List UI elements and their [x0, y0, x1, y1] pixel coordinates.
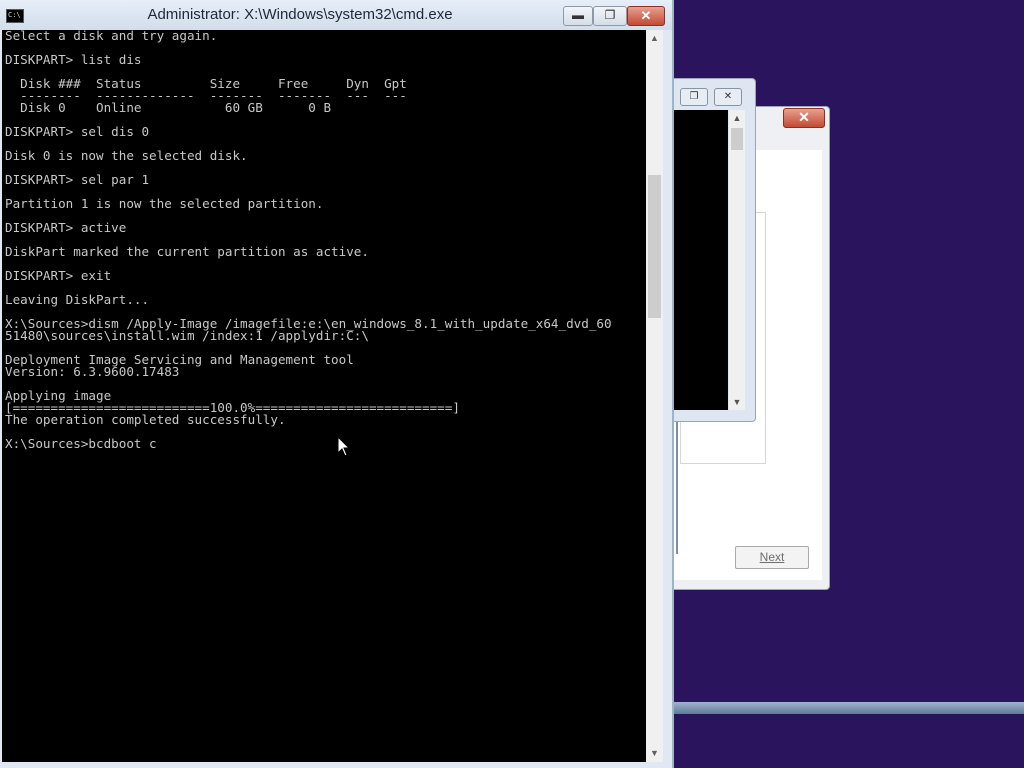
cmd-window[interactable]: C:\ Administrator: X:\Windows\system32\c…	[0, 0, 674, 768]
background-cmd-maximize-button[interactable]: ❐	[680, 88, 708, 106]
scrollbar-thumb[interactable]	[648, 175, 661, 318]
background-cmd-console	[672, 110, 728, 410]
console-line: DISKPART> exit	[5, 268, 112, 283]
background-cmd-close-button[interactable]: ✕	[714, 88, 742, 106]
vertical-scrollbar[interactable]: ▲ ▼	[646, 30, 663, 762]
console-line: DISKPART> list dis	[5, 52, 142, 67]
console-line: X:\Sources>bcdboot c	[5, 436, 157, 451]
console-line: Version: 6.3.9600.17483	[5, 364, 180, 379]
console-line: Partition 1 is now the selected partitio…	[5, 196, 324, 211]
minimize-button[interactable]: ▬	[563, 6, 593, 26]
console-line: DISKPART> active	[5, 220, 127, 235]
console-output[interactable]: Select a disk and try again. DISKPART> l…	[2, 30, 646, 762]
console-line: Disk 0 Online 60 GB 0 B	[5, 100, 332, 115]
scroll-down-icon[interactable]: ▼	[646, 745, 663, 762]
window-title: Administrator: X:\Windows\system32\cmd.e…	[147, 6, 453, 23]
console-line: DiskPart marked the current partition as…	[5, 244, 369, 259]
console-line: Disk 0 is now the selected disk.	[5, 148, 248, 163]
setup-divider	[676, 420, 678, 554]
scroll-up-icon[interactable]: ▲	[646, 30, 663, 47]
scroll-up-icon[interactable]: ▲	[729, 110, 745, 126]
setup-close-button[interactable]: ✕	[783, 108, 825, 128]
taskbar-strip	[668, 702, 1024, 714]
next-button[interactable]: Next	[735, 546, 809, 569]
console-line: Leaving DiskPart...	[5, 292, 150, 307]
scrollbar-thumb[interactable]	[731, 128, 743, 150]
background-cmd-scrollbar[interactable]	[729, 110, 745, 410]
console-line: DISKPART> sel dis 0	[5, 124, 150, 139]
console-text: Select a disk and try again. DISKPART> l…	[2, 30, 646, 450]
maximize-button[interactable]: ❐	[593, 6, 627, 26]
scroll-down-icon[interactable]: ▼	[729, 394, 745, 410]
close-button[interactable]: ✕	[627, 6, 665, 26]
console-line: The operation completed successfully.	[5, 412, 286, 427]
console-line: DISKPART> sel par 1	[5, 172, 150, 187]
console-line: 51480\sources\install.wim /index:1 /appl…	[5, 328, 369, 343]
title-bar[interactable]: C:\ Administrator: X:\Windows\system32\c…	[0, 0, 672, 30]
console-line: Select a disk and try again.	[5, 30, 218, 43]
